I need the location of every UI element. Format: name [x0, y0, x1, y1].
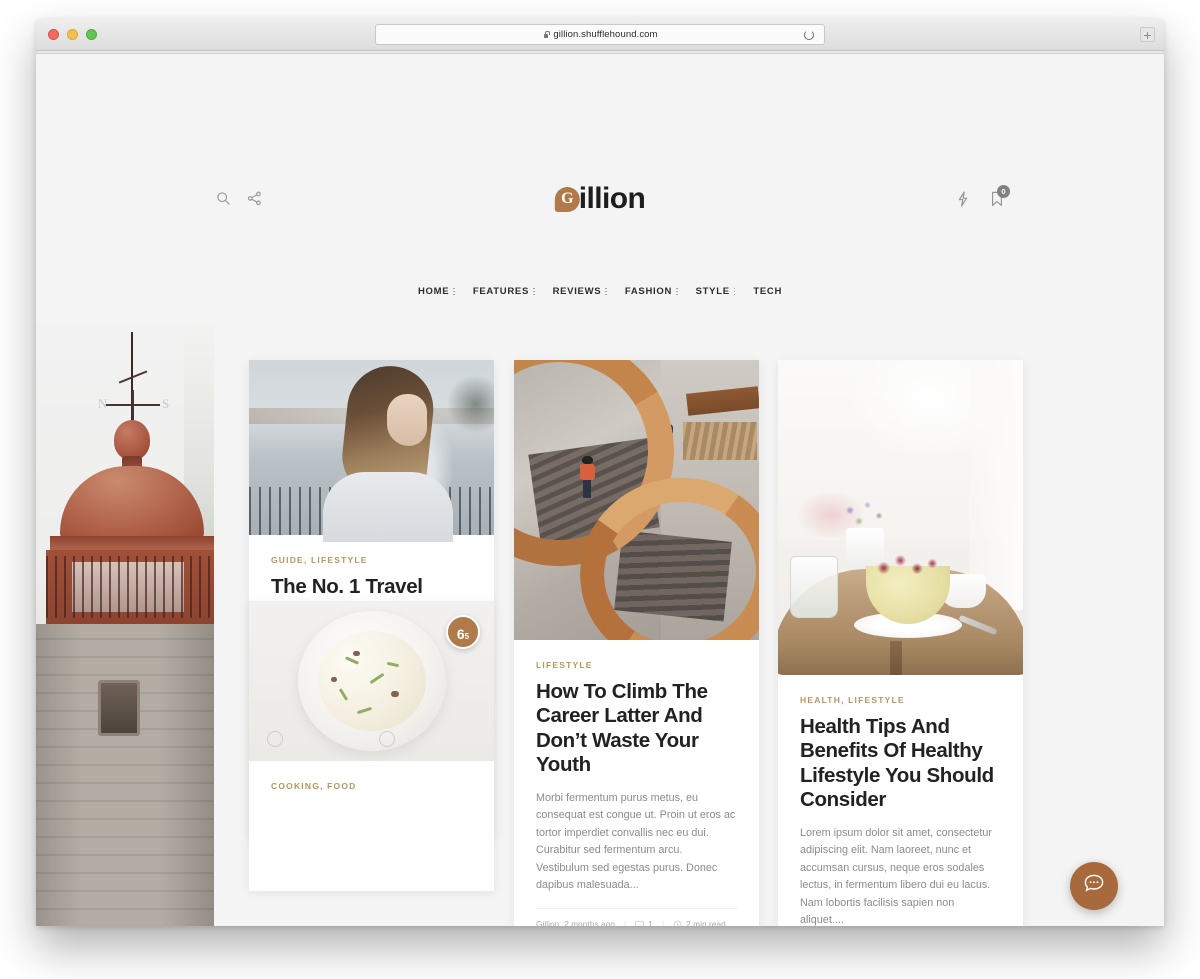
- nav-label: FASHION: [624, 286, 673, 297]
- compass-letter-s: S: [162, 396, 170, 411]
- post-title[interactable]: Health Tips And Benefits Of Healthy Life…: [800, 715, 1001, 813]
- post-categories[interactable]: LIFESTYLE: [536, 660, 737, 670]
- nav-label: HOME: [417, 286, 450, 297]
- browser-titlebar: gillion.shufflehound.com +: [36, 18, 1164, 51]
- post-categories[interactable]: GUIDE, LIFESTYLE: [271, 555, 472, 565]
- nav-item-features[interactable]: FEATURES: [464, 286, 544, 297]
- site-logo[interactable]: G illion: [554, 182, 646, 216]
- bookmark-icon[interactable]: 0: [990, 185, 1010, 212]
- search-icon[interactable]: [216, 191, 231, 211]
- nav-label: REVIEWS: [552, 286, 602, 297]
- page-viewport: 0 G illion HOME FEATURES REVIEWS FASHION…: [36, 54, 1164, 926]
- side-feature-image[interactable]: N S: [36, 324, 214, 926]
- post-title[interactable]: How To Climb The Career Latter And Don’t…: [536, 680, 737, 778]
- chat-bubble-icon: [1082, 872, 1106, 901]
- next-slide-icon[interactable]: [379, 731, 395, 747]
- nav-label: TECH: [753, 286, 783, 297]
- logo-mark-letter: G: [561, 189, 574, 207]
- comment-count-value: 1: [648, 920, 653, 926]
- post-categories[interactable]: HEALTH, LIFESTYLE: [800, 695, 1001, 705]
- nav-item-reviews[interactable]: REVIEWS: [544, 286, 616, 297]
- image-overlay-controls: [267, 731, 395, 747]
- lightning-icon[interactable]: [956, 191, 970, 212]
- post-card[interactable]: LIFESTYLE How To Climb The Career Latter…: [514, 360, 759, 926]
- nav-label: STYLE: [695, 286, 730, 297]
- lock-icon: [542, 30, 550, 39]
- nav-item-home[interactable]: HOME: [409, 286, 464, 297]
- chat-button[interactable]: [1070, 862, 1118, 910]
- rating-value: 6: [456, 626, 465, 642]
- post-meta: Gillion, 2 months ago | 1 |: [536, 908, 737, 926]
- logo-text: illion: [578, 182, 646, 215]
- chevron-down-icon: [605, 287, 607, 296]
- chevron-down-icon: [453, 287, 455, 296]
- woman-waterfront-photo[interactable]: [249, 360, 494, 542]
- minimize-window-button[interactable]: [67, 28, 78, 40]
- share-icon[interactable]: [247, 191, 262, 211]
- nav-label: FEATURES: [472, 286, 529, 297]
- address-bar[interactable]: gillion.shufflehound.com: [375, 24, 825, 45]
- post-excerpt: Lorem ipsum dolor sit amet, consectetur …: [800, 826, 993, 926]
- spiral-staircase-photo[interactable]: [514, 360, 759, 640]
- comment-count[interactable]: 1: [635, 920, 653, 926]
- rating-decimal: 5: [464, 632, 470, 641]
- meta-divider: |: [661, 920, 665, 926]
- content-area: N S GUIDE, LIFESTYLE The No. 1 Travel 6 …: [36, 324, 1164, 926]
- read-time-value: 2 min read: [686, 920, 726, 926]
- compass-letter-n: N: [98, 396, 108, 411]
- site-header: 0 G illion: [36, 54, 1164, 254]
- logo-mark-icon: G: [554, 186, 580, 212]
- read-time: 2 min read: [673, 920, 726, 926]
- rating-badge: 65: [446, 615, 480, 649]
- new-tab-button[interactable]: +: [1140, 27, 1155, 42]
- maximize-window-button[interactable]: [86, 28, 97, 40]
- nav-item-fashion[interactable]: FASHION: [616, 286, 687, 297]
- post-card[interactable]: HEALTH, LIFESTYLE Health Tips And Benefi…: [778, 360, 1023, 926]
- browser-window: gillion.shufflehound.com + 0 G illion HO…: [36, 18, 1164, 926]
- reload-icon[interactable]: [804, 30, 814, 40]
- nav-item-tech[interactable]: TECH: [744, 286, 791, 297]
- post-categories[interactable]: COOKING, FOOD: [271, 781, 472, 791]
- meta-divider: |: [624, 920, 627, 926]
- post-card[interactable]: 65 COOKING, FOOD: [249, 601, 494, 891]
- window-controls: [48, 28, 97, 40]
- header-utility-icons-right: 0: [956, 185, 1010, 212]
- fruit-bowl-table-photo[interactable]: [778, 360, 1023, 675]
- header-utility-icons-left: [216, 191, 262, 211]
- bookmark-count-badge: 0: [997, 185, 1010, 198]
- posts-grid: GUIDE, LIFESTYLE The No. 1 Travel Mistak…: [214, 324, 1164, 926]
- lighthouse-weathervane-photo: N S: [36, 324, 214, 926]
- chevron-down-icon: [733, 287, 736, 296]
- close-window-button[interactable]: [48, 28, 59, 40]
- url-text: gillion.shufflehound.com: [553, 29, 658, 40]
- nav-item-style[interactable]: STYLE: [687, 286, 745, 297]
- main-navigation: HOME FEATURES REVIEWS FASHION STYLE TECH: [409, 286, 791, 297]
- post-author-date: Gillion, 2 months ago: [536, 920, 616, 926]
- prev-slide-icon[interactable]: [267, 731, 283, 747]
- chevron-down-icon: [676, 287, 678, 296]
- risotto-bowl-photo[interactable]: 65: [249, 601, 494, 761]
- post-excerpt: Morbi fermentum purus metus, eu consequa…: [536, 791, 736, 891]
- chevron-down-icon: [532, 287, 535, 296]
